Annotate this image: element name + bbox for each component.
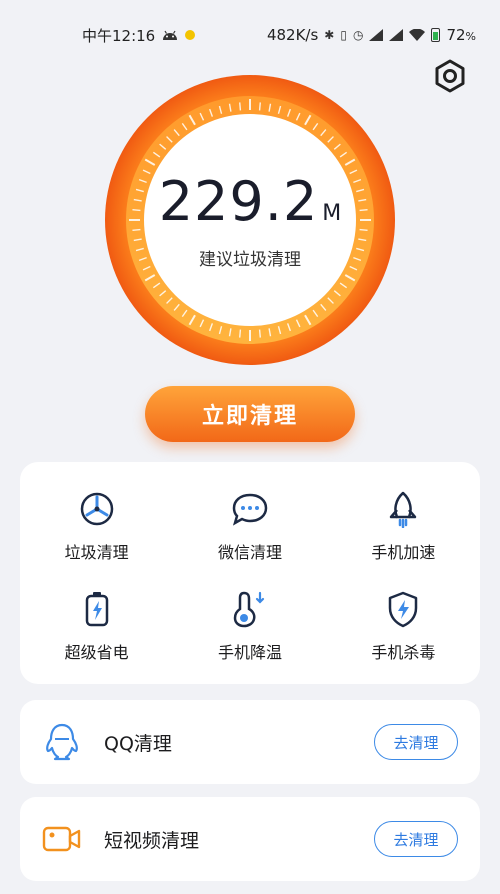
feature-label: 超级省电: [64, 643, 129, 662]
qq-clean-title: QQ清理: [104, 732, 172, 755]
feature-cool-down[interactable]: 手机降温: [173, 576, 326, 676]
feature-wechat-clean[interactable]: 微信清理: [173, 476, 326, 576]
shield-bolt-icon: [383, 589, 423, 629]
qq-clean-card[interactable]: QQ清理 去清理: [20, 700, 480, 784]
junk-size-value: 229.2: [158, 170, 319, 233]
chat-bubble-icon: [230, 489, 270, 529]
qq-clean-button[interactable]: 去清理: [374, 724, 458, 760]
junk-size-unit: M: [322, 201, 342, 226]
feature-label: 手机降温: [217, 643, 282, 662]
gauge-center: 229.2 M 建议垃圾清理: [105, 75, 395, 365]
battery-level: 72%: [446, 26, 476, 44]
alarm-icon: ◷: [352, 28, 364, 42]
gear-icon: [435, 59, 465, 93]
battery-bolt-icon: [77, 589, 117, 629]
feature-label: 微信清理: [217, 543, 282, 562]
vibrate-icon: ▯: [340, 28, 347, 42]
signal-icon: [369, 29, 384, 41]
status-bar-left: 中午12:16: [82, 25, 196, 46]
wifi-icon: [409, 29, 426, 41]
feature-antivirus[interactable]: 手机杀毒: [327, 576, 480, 676]
thermometer-icon: [230, 589, 270, 629]
penguin-icon: [42, 722, 82, 762]
rocket-icon: [383, 489, 423, 529]
feature-label: 垃圾清理: [64, 543, 129, 562]
storage-gauge: 229.2 M 建议垃圾清理: [105, 75, 395, 365]
feature-junk-clean[interactable]: 垃圾清理: [20, 476, 173, 576]
fan-icon: [77, 489, 117, 529]
network-speed: 482K/s: [266, 26, 319, 44]
clean-now-button[interactable]: 立即清理: [145, 386, 355, 442]
status-bar: 中午12:16 482K/s ✱ ▯ ◷ 72%: [0, 0, 500, 70]
gauge-reading: 229.2 M: [159, 170, 342, 233]
battery-icon: [431, 28, 441, 42]
signal-2-icon: [389, 29, 404, 41]
feature-speed-up[interactable]: 手机加速: [327, 476, 480, 576]
feature-grid: 垃圾清理 微信清理 手机加速 超级省电 手机降温 手机杀毒: [20, 462, 480, 684]
feature-label: 手机加速: [371, 543, 436, 562]
feature-label: 手机杀毒: [371, 643, 436, 662]
short-video-clean-button[interactable]: 去清理: [374, 821, 458, 857]
bluetooth-icon: ✱: [324, 28, 335, 42]
settings-button[interactable]: [430, 56, 470, 96]
gauge-label: 建议垃圾清理: [199, 250, 301, 270]
short-video-clean-card[interactable]: 短视频清理 去清理: [20, 797, 480, 881]
status-time: 中午12:16: [82, 26, 156, 45]
status-bar-right: 482K/s ✱ ▯ ◷ 72%: [267, 26, 476, 44]
short-video-clean-title: 短视频清理: [104, 829, 200, 852]
android-icon: [163, 30, 178, 40]
video-camera-icon: [42, 819, 82, 859]
feature-power-save[interactable]: 超级省电: [20, 576, 173, 676]
notification-dot-icon: [185, 30, 196, 40]
